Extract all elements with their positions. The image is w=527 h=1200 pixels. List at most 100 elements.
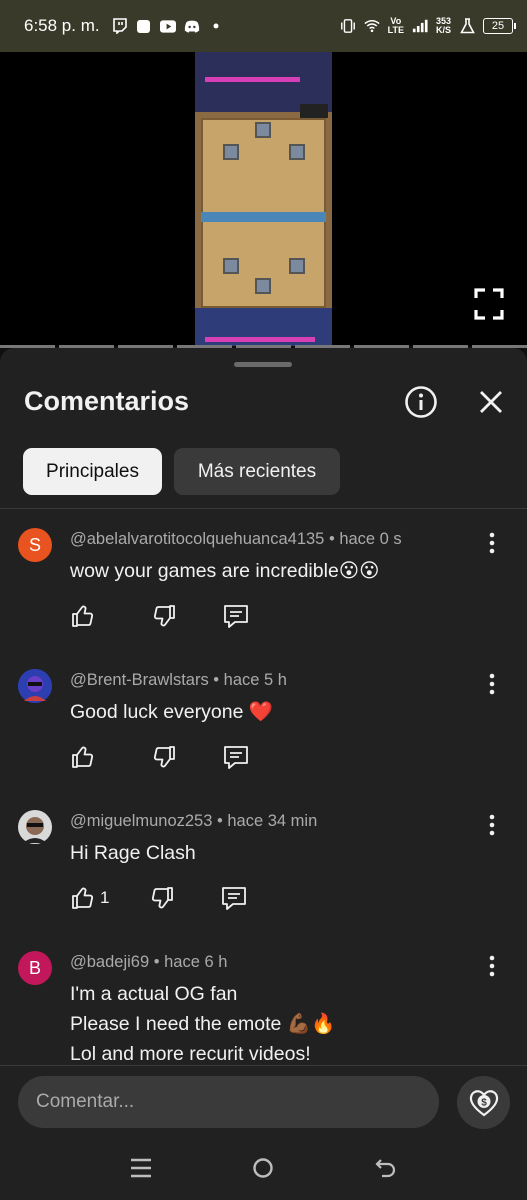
game-river xyxy=(201,212,326,222)
comment-text: Hi Rage Clash xyxy=(70,842,196,864)
like-button[interactable]: 1 xyxy=(70,885,109,911)
fullscreen-button[interactable] xyxy=(474,287,504,321)
volte-indicator: Vo LTE xyxy=(387,16,404,35)
game-tower xyxy=(255,278,271,294)
comment-author[interactable]: @Brent-Brawlstars xyxy=(70,671,209,689)
back-button[interactable] xyxy=(375,1158,397,1183)
comment-author[interactable]: @miguelmunoz253 xyxy=(70,812,212,830)
avatar[interactable]: B xyxy=(18,951,52,985)
info-icon xyxy=(405,386,437,418)
avatar[interactable] xyxy=(18,669,52,703)
system-nav-bar xyxy=(0,1140,527,1200)
thumbs-down-icon xyxy=(152,887,174,909)
drag-handle[interactable] xyxy=(234,362,292,367)
back-icon xyxy=(375,1158,395,1177)
lab-icon xyxy=(459,18,475,34)
game-tower xyxy=(289,258,305,274)
thumbs-down-icon xyxy=(153,605,175,627)
notification-square-icon xyxy=(136,18,152,34)
signal-icon xyxy=(412,18,428,34)
discord-icon xyxy=(184,18,200,34)
thumbs-up-icon xyxy=(70,603,96,629)
comment-text: wow your games are incredible😮😮 xyxy=(70,560,380,582)
more-vertical-icon xyxy=(489,532,495,554)
twitch-icon xyxy=(112,18,128,34)
fullscreen-icon xyxy=(474,288,504,320)
svg-text:$: $ xyxy=(481,1097,487,1108)
avatar[interactable] xyxy=(18,810,52,844)
network-speed: 353 K/S xyxy=(435,16,451,35)
filter-chip-top[interactable]: Principales xyxy=(23,448,162,495)
recents-icon xyxy=(131,1158,152,1177)
recents-button[interactable] xyxy=(130,1158,152,1183)
reply-button[interactable] xyxy=(223,744,249,770)
comment-time: hace 34 min xyxy=(227,812,318,830)
game-health-bar xyxy=(205,77,300,82)
home-button[interactable] xyxy=(252,1157,274,1184)
close-button[interactable] xyxy=(477,388,505,416)
game-tower xyxy=(223,144,239,160)
super-thanks-icon: $ xyxy=(469,1089,498,1116)
comment-meta: @Brent-Brawlstars • hace 5 h xyxy=(70,671,287,689)
thumbs-up-icon xyxy=(70,885,96,911)
like-button[interactable] xyxy=(70,603,96,629)
comment-text: Good luck everyone ❤️ xyxy=(70,701,274,723)
more-options-button[interactable] xyxy=(482,813,502,837)
reply-icon xyxy=(224,746,248,769)
game-elixir-bar xyxy=(205,337,315,342)
filter-chip-newest[interactable]: Más recientes xyxy=(174,448,340,495)
more-vertical-icon xyxy=(489,673,495,695)
comments-sheet: Comentarios Principales Más recientes S … xyxy=(0,348,527,1200)
more-options-button[interactable] xyxy=(482,531,502,555)
thumbs-up-icon xyxy=(70,744,96,770)
comment-time: hace 6 h xyxy=(164,953,228,971)
more-vertical-icon xyxy=(489,814,495,836)
reply-icon xyxy=(222,887,247,910)
avatar[interactable]: S xyxy=(18,528,52,562)
video-frame xyxy=(195,52,332,346)
more-options-button[interactable] xyxy=(482,672,502,696)
reply-icon xyxy=(224,605,248,628)
dislike-button[interactable] xyxy=(151,744,177,770)
dislike-button[interactable] xyxy=(149,885,175,911)
comment-author[interactable]: @abelalvarotitocolquehuanca4135 xyxy=(70,530,324,548)
comment-actions xyxy=(70,603,249,629)
comment-input[interactable]: Comentar... xyxy=(18,1076,439,1128)
divider xyxy=(0,508,527,509)
comment-meta: @badeji69 • hace 6 h xyxy=(70,953,228,971)
dislike-button[interactable] xyxy=(151,603,177,629)
status-time: 6:58 p. m. xyxy=(24,16,100,35)
dot-icon xyxy=(208,18,224,34)
comment-actions: 1 xyxy=(70,885,247,911)
like-button[interactable] xyxy=(70,744,96,770)
youtube-icon xyxy=(159,18,176,34)
comment-text: I'm a actual OG fan Please I need the em… xyxy=(70,983,336,1065)
sheet-title: Comentarios xyxy=(24,386,190,416)
close-icon xyxy=(480,391,502,413)
more-vertical-icon xyxy=(489,955,495,977)
reply-button[interactable] xyxy=(221,885,247,911)
game-timer xyxy=(300,104,328,118)
vibrate-icon xyxy=(340,18,356,34)
comment-actions xyxy=(70,744,249,770)
game-top-bar xyxy=(195,52,332,112)
wifi-icon xyxy=(363,18,380,34)
comment-meta: @abelalvarotitocolquehuanca4135 • hace 0… xyxy=(70,530,402,548)
game-tower xyxy=(289,144,305,160)
video-player[interactable] xyxy=(0,52,527,346)
super-thanks-button[interactable]: $ xyxy=(457,1076,510,1129)
info-button[interactable] xyxy=(404,385,438,419)
more-options-button[interactable] xyxy=(482,954,502,978)
thumbs-down-icon xyxy=(153,746,175,768)
battery-icon: 25 xyxy=(483,18,516,34)
avatar-image xyxy=(18,810,52,844)
comment-meta: @miguelmunoz253 • hace 34 min xyxy=(70,812,318,830)
comment-author[interactable]: @badeji69 xyxy=(70,953,149,971)
like-count: 1 xyxy=(100,888,110,907)
game-tower xyxy=(255,122,271,138)
game-tower xyxy=(223,258,239,274)
home-icon xyxy=(253,1157,274,1178)
reply-button[interactable] xyxy=(223,603,249,629)
avatar-image xyxy=(18,669,52,703)
comment-time: hace 5 h xyxy=(223,671,287,689)
